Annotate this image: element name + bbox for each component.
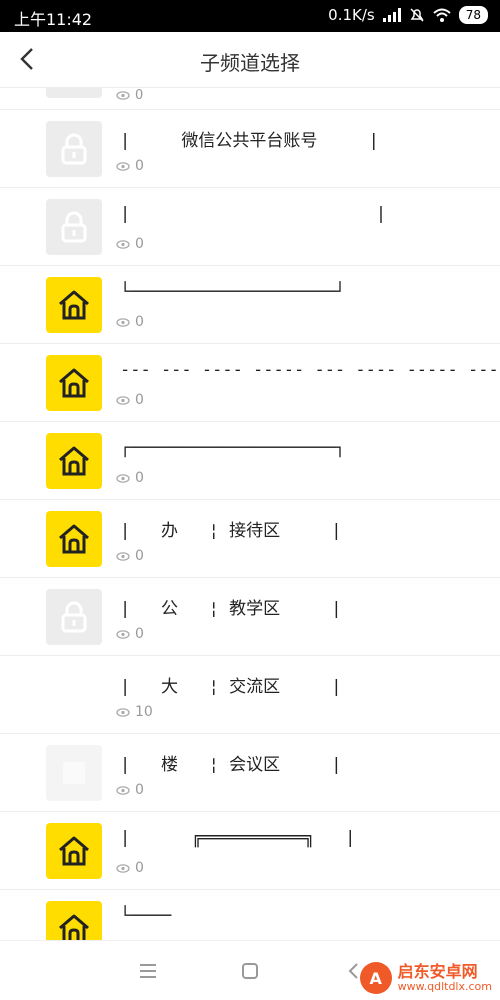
list-item[interactable]: | 微信公共平台账号 | 0 [0, 110, 500, 188]
list-item[interactable]: ┌────────────────────┐ 0 [0, 422, 500, 500]
list-item[interactable]: | 大 ¦ 交流区 | 10 [0, 656, 500, 734]
status-icons: 0.1K/s 78 [328, 6, 488, 24]
mosaic-thumbnail [46, 667, 102, 723]
view-count: 0 [116, 392, 144, 408]
view-count: 0 [116, 470, 144, 486]
item-title: | 公 ¦ 教学区 | [120, 599, 342, 619]
page-title: 子频道选择 [200, 51, 300, 75]
home-icon[interactable] [238, 959, 262, 983]
lock-icon [61, 133, 87, 165]
watermark: A 启东安卓网 www.qdltdlx.com [359, 962, 492, 994]
house-thumbnail [46, 823, 102, 879]
eye-icon [116, 473, 130, 483]
house-thumbnail [46, 277, 102, 333]
eye-icon [116, 395, 130, 405]
view-count: 0 [116, 158, 144, 174]
eye-icon [116, 239, 130, 249]
view-count: 0 [116, 314, 144, 330]
item-title: --- --- ---- ----- --- ---- ----- --- --… [120, 360, 499, 380]
status-bar: 上午11:42 0.1K/s 78 [0, 0, 500, 32]
image-placeholder-icon [63, 762, 85, 784]
lock-thumbnail [46, 88, 102, 98]
list-item[interactable]: | ╔══════════╗ | 0 [0, 812, 500, 890]
lock-thumbnail [46, 199, 102, 255]
lock-icon [61, 601, 87, 633]
list-item[interactable]: └────────────────────┘ 0 [0, 266, 500, 344]
view-count: 0 [116, 626, 144, 642]
item-title: | 大 ¦ 交流区 | [120, 677, 342, 697]
list-item[interactable]: | 楼 ¦ 会议区 | 0 [0, 734, 500, 812]
eye-icon [116, 863, 130, 873]
view-count: 0 [116, 860, 144, 876]
item-title: | ╔══════════╗ | [120, 828, 356, 848]
lock-thumbnail [46, 589, 102, 645]
status-time: 上午11:42 [14, 10, 93, 29]
list-item[interactable]: | 公 ¦ 教学区 | 0 [0, 578, 500, 656]
house-thumbnail [46, 511, 102, 567]
item-title: └────────────────────┘ [120, 282, 346, 302]
house-icon [59, 290, 89, 320]
view-count: 10 [116, 704, 153, 720]
house-icon [59, 524, 89, 554]
header-bar: 子频道选择 [0, 32, 500, 88]
eye-icon [116, 707, 130, 717]
view-count: 0 [116, 88, 143, 103]
list-item[interactable]: | 办 ¦ 接待区 | 0 [0, 500, 500, 578]
item-title: | 微信公共平台账号 | [120, 131, 379, 151]
house-icon [59, 368, 89, 398]
lock-thumbnail [46, 121, 102, 177]
view-count: 0 [116, 548, 144, 564]
battery-indicator: 78 [458, 6, 488, 24]
list-item[interactable]: --- --- ---- ----- --- ---- ----- --- --… [0, 344, 500, 422]
house-icon [59, 446, 89, 476]
list-item[interactable]: | | 0 [0, 188, 500, 266]
lock-icon [61, 211, 87, 243]
signal-icon [382, 8, 401, 22]
view-count: 0 [116, 236, 144, 252]
item-title: ┌────────────────────┐ [120, 438, 346, 458]
house-thumbnail [46, 355, 102, 411]
view-count: 0 [116, 782, 144, 798]
blank-thumbnail [46, 745, 102, 801]
item-title: | 办 ¦ 接待区 | [120, 521, 342, 541]
item-title: └──── [120, 906, 172, 926]
eye-icon [116, 161, 130, 171]
mute-bell-icon [410, 8, 424, 22]
list-item[interactable]: └──── [0, 890, 500, 940]
eye-icon [116, 629, 130, 639]
menu-icon[interactable] [136, 959, 160, 983]
wifi-icon [433, 8, 451, 22]
eye-icon [116, 785, 130, 795]
watermark-url: www.qdltdlx.com [397, 979, 492, 993]
eye-icon [116, 317, 130, 327]
network-speed: 0.1K/s [328, 6, 375, 24]
item-title: | | [120, 204, 387, 224]
eye-icon [116, 551, 130, 561]
house-thumbnail [46, 433, 102, 489]
house-icon [59, 836, 89, 866]
house-thumbnail [46, 901, 102, 940]
item-title: | 楼 ¦ 会议区 | [120, 755, 342, 775]
eye-icon [116, 91, 130, 100]
list-item-partial[interactable]: 0 [0, 88, 500, 110]
watermark-name: 启东安卓网 [397, 962, 478, 982]
watermark-logo: A [359, 962, 392, 994]
house-icon [59, 914, 89, 940]
channel-list[interactable]: 0 | 微信公共平台账号 | 0 | | 0 └────────────────────… [0, 88, 500, 940]
